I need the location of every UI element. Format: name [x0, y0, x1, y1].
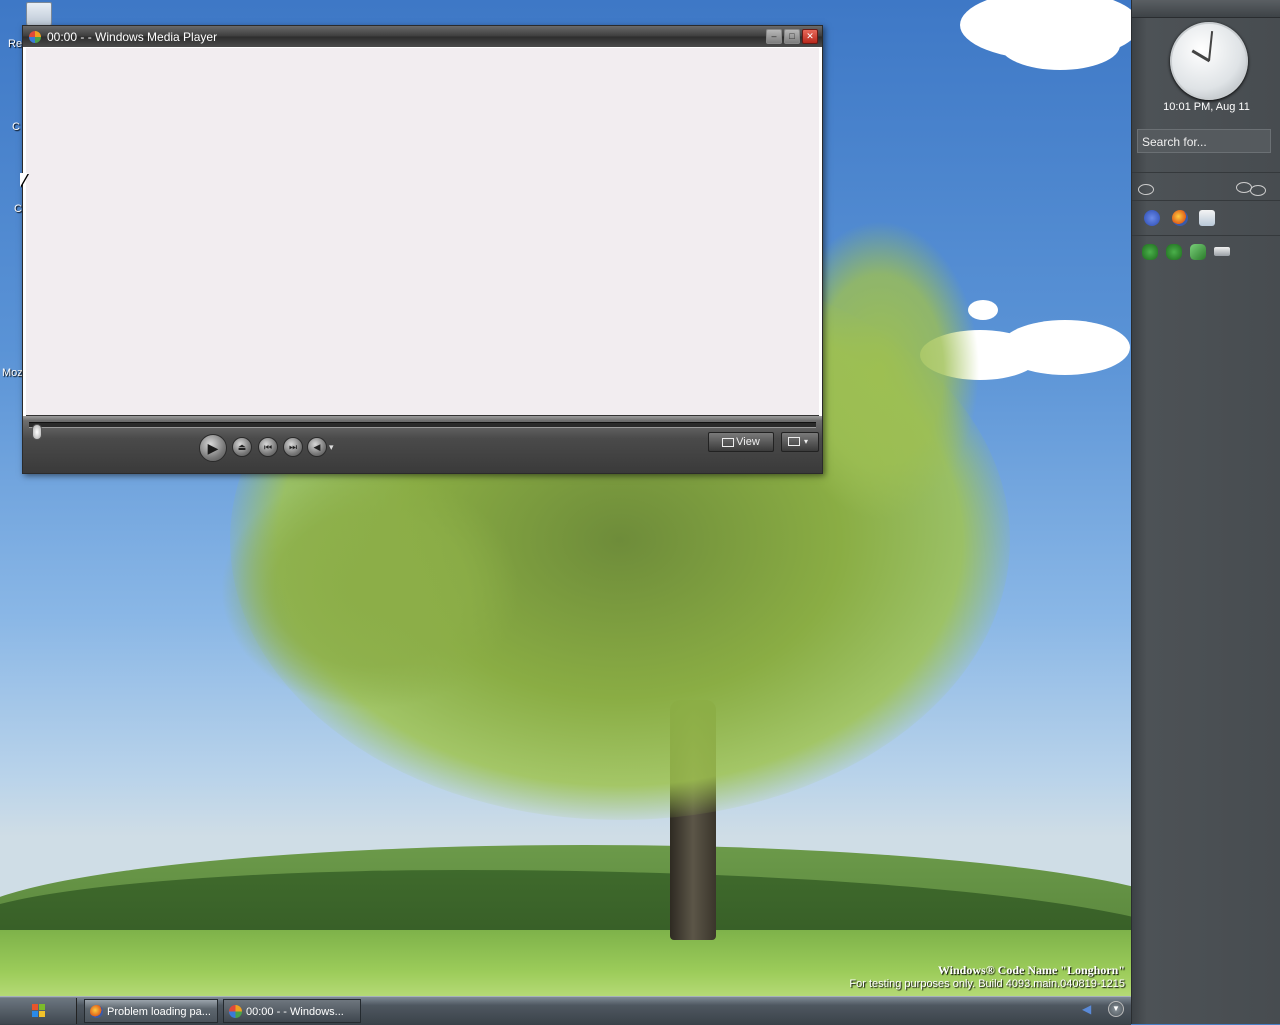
- desktop-icon-label[interactable]: C: [12, 121, 20, 133]
- eject-button[interactable]: ⏏: [232, 437, 252, 457]
- volume-tray-icon[interactable]: ◀: [1082, 1002, 1098, 1016]
- messenger-icon[interactable]: [1144, 210, 1160, 226]
- view-icon: [722, 437, 735, 447]
- mode-button[interactable]: ▾: [781, 432, 819, 452]
- sidebar-divider: [1132, 172, 1280, 173]
- taskbar-button-label: Problem loading pa...: [107, 1006, 211, 1018]
- desktop-icon-label[interactable]: Re: [8, 38, 22, 50]
- chevron-down-icon: ▾: [804, 437, 809, 446]
- watermark-title: Windows® Code Name "Longhorn": [937, 963, 1125, 977]
- desktop-icon-label[interactable]: Moz: [2, 367, 23, 379]
- mode-icon: [788, 437, 800, 447]
- chevron-down-icon[interactable]: ▼: [1108, 1001, 1124, 1017]
- clock-hour-hand: [1191, 49, 1210, 63]
- media-player-window[interactable]: 00:00 - - Windows Media Player – □ ✕ ▶ ⏏…: [22, 25, 823, 474]
- build-watermark: Windows® Code Name "Longhorn" For testin…: [849, 963, 1125, 990]
- clock-text: 10:01 PM, Aug 11: [1163, 101, 1250, 113]
- close-button[interactable]: ✕: [802, 29, 818, 44]
- media-player-icon: [229, 1005, 242, 1018]
- seek-bar[interactable]: [29, 422, 816, 440]
- play-button[interactable]: ▶: [199, 434, 227, 462]
- tree-canopy-left: [220, 470, 520, 710]
- search-input[interactable]: Search for...: [1137, 129, 1271, 153]
- previous-button[interactable]: ⏮: [258, 437, 278, 457]
- chat-bubble-icon[interactable]: [1250, 185, 1266, 196]
- keyboard-icon[interactable]: [1214, 247, 1230, 256]
- firefox-icon: [90, 1005, 103, 1018]
- windows-logo-icon: [32, 1004, 45, 1017]
- sidebar-divider: [1132, 200, 1280, 201]
- transport-controls: ▶ ⏏ ⏮ ⏭ ◀ ▾ View ▾: [23, 416, 822, 473]
- users-icon[interactable]: [1166, 244, 1182, 260]
- chat-bubble-icon[interactable]: [1138, 184, 1154, 195]
- sidebar-divider: [1132, 235, 1280, 236]
- seek-thumb[interactable]: [32, 424, 42, 440]
- volume-dropdown-icon[interactable]: ▾: [329, 440, 339, 454]
- users-icon[interactable]: [1142, 244, 1158, 260]
- watermark-build: For testing purposes only. Build 4093.ma…: [849, 978, 1125, 990]
- firefox-icon[interactable]: [1172, 210, 1188, 226]
- taskbar-button[interactable]: Problem loading pa...: [84, 999, 218, 1023]
- next-button[interactable]: ⏭: [283, 437, 303, 457]
- sidebar: 10:01 PM, Aug 11 Search for...: [1131, 0, 1280, 1024]
- sidebar-header: [1132, 0, 1280, 18]
- taskbar-button[interactable]: 00:00 - - Windows...: [223, 999, 361, 1023]
- title-bar[interactable]: 00:00 - - Windows Media Player – □ ✕: [23, 26, 822, 47]
- desktop-icon-label[interactable]: C: [14, 203, 22, 215]
- window-title: 00:00 - - Windows Media Player: [47, 29, 218, 44]
- taskbar-button-label: 00:00 - - Windows...: [246, 1006, 344, 1018]
- clock-gadget[interactable]: [1170, 22, 1248, 100]
- view-button[interactable]: View: [708, 432, 774, 452]
- mute-button[interactable]: ◀: [307, 437, 327, 457]
- video-area[interactable]: [26, 48, 819, 416]
- network-icon[interactable]: [1190, 244, 1206, 260]
- cloud: [1000, 20, 1120, 70]
- minimize-button[interactable]: –: [766, 29, 782, 44]
- clock-minute-hand: [1208, 31, 1214, 62]
- media-player-icon: [29, 30, 41, 43]
- view-label: View: [736, 436, 760, 448]
- start-button[interactable]: [0, 998, 77, 1024]
- media-icon[interactable]: [1199, 210, 1215, 226]
- maximize-button[interactable]: □: [784, 29, 800, 44]
- cloud: [1000, 320, 1130, 375]
- mouse-cursor: [20, 173, 28, 187]
- taskbar: Problem loading pa... 00:00 - - Windows.…: [0, 996, 1131, 1025]
